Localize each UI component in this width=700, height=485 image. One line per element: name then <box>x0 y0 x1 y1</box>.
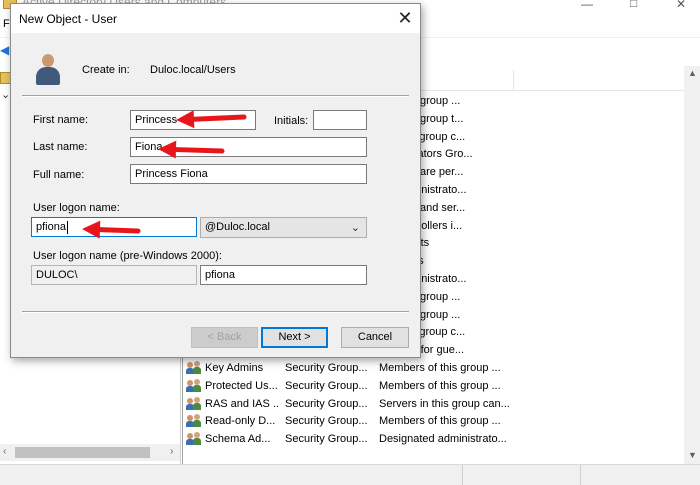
menu-file[interactable]: F <box>3 18 10 30</box>
scroll-down-icon[interactable]: ▼ <box>688 450 697 460</box>
minimize-icon[interactable]: — <box>581 0 593 11</box>
full-name-label: Full name: <box>33 169 85 181</box>
list-cell-description: stations and ser... <box>379 201 466 214</box>
new-user-dialog: New Object - User ✕ Create in: Duloc.loc… <box>10 3 421 358</box>
list-item[interactable]: Read-only D... Security Group... Members o… <box>183 412 693 430</box>
initials-label: Initials: <box>274 115 309 127</box>
security-group-icon <box>186 396 202 410</box>
list-cell-description: s in this group c... <box>379 326 466 339</box>
scroll-left-icon[interactable]: ‹ <box>3 446 6 457</box>
separator <box>22 311 409 313</box>
list-cell-name: Schema Ad... <box>205 433 271 446</box>
list-vertical-scrollbar[interactable]: ▲ ▼ <box>684 66 700 464</box>
pre2000-name-field[interactable]: pfiona <box>200 265 367 285</box>
list-cell-description: ted administrato... <box>379 184 467 196</box>
list-cell-description: s in this group c... <box>379 130 466 143</box>
chevron-down-icon: ⌄ <box>350 222 360 234</box>
list-cell-type: Security Group... <box>285 397 368 410</box>
list-cell-description: s of this group ... <box>379 290 461 303</box>
list-item[interactable]: Schema Ad... Security Group... Designated … <box>183 430 693 448</box>
separator <box>22 95 409 97</box>
list-item[interactable]: RAS and IAS ... Security Group... Servers … <box>183 395 693 413</box>
last-name-label: Last name: <box>33 141 88 153</box>
list-cell-description: Servers in this group can... <box>379 397 510 410</box>
close-window-icon[interactable]: ✕ <box>676 0 686 11</box>
dialog-titlebar: New Object - User ✕ <box>11 4 420 33</box>
list-cell-description: Designated administrato... <box>379 433 507 446</box>
text-caret <box>66 220 68 234</box>
back-button[interactable]: < Back <box>191 327 258 348</box>
list-cell-description: dministrators Gro... <box>379 148 473 161</box>
domain-suffix-value: @Duloc.local <box>205 221 270 233</box>
list-cell-description: ted administrato... <box>379 273 467 285</box>
first-name-label: First name: <box>33 114 89 126</box>
list-item[interactable]: Key Admins Security Group... Members of th… <box>183 359 693 377</box>
list-cell-description: ain users <box>379 252 691 270</box>
domain-suffix-select[interactable]: @Duloc.local ⌄ <box>200 217 367 238</box>
list-item[interactable]: Protected Us... Security Group... Members … <box>183 377 693 395</box>
pre2000-domain-field: DULOC\ <box>31 265 197 285</box>
list-cell-description: s of this group t... <box>379 112 464 125</box>
close-icon[interactable]: ✕ <box>394 7 416 29</box>
scroll-right-icon[interactable]: › <box>170 446 173 457</box>
create-in-label: Create in: <box>82 64 130 76</box>
list-cell-description: Members of this group ... <box>379 415 501 428</box>
list-cell-name: Protected Us... <box>205 379 278 392</box>
logon-name-field[interactable]: pfiona <box>31 217 197 237</box>
maximize-icon[interactable]: □ <box>630 0 637 10</box>
list-cell-description: ain controllers i... <box>379 219 463 232</box>
status-divider <box>580 465 581 485</box>
list-cell-name: RAS and IAS ... <box>205 397 279 410</box>
security-group-icon <box>186 414 202 428</box>
list-cell-type: Security Group... <box>285 415 368 428</box>
list-cell-description: account for gue... <box>379 344 464 357</box>
scrollbar-thumb[interactable] <box>15 447 150 458</box>
initials-field[interactable] <box>313 110 367 130</box>
tree-horizontal-scrollbar[interactable]: ‹ › <box>0 444 180 461</box>
pre2000-label: User logon name (pre-Windows 2000): <box>33 250 222 262</box>
next-button[interactable]: Next > <box>261 327 328 348</box>
dialog-title: New Object - User <box>19 12 118 26</box>
list-cell-description: s of this group ... <box>379 95 461 107</box>
list-cell-description: s of this group ... <box>379 308 461 321</box>
list-cell-description: nts who are per... <box>379 166 464 179</box>
list-cell-type: Security Group... <box>285 433 368 446</box>
create-in-value: Duloc.local/Users <box>150 64 236 76</box>
expand-chevron-icon[interactable]: ⌄ <box>1 88 10 101</box>
list-cell-type: Security Group... <box>285 362 368 374</box>
back-arrow-icon[interactable]: ◀ <box>0 44 9 56</box>
full-name-field[interactable]: Princess Fiona <box>130 164 367 184</box>
status-divider <box>462 465 463 485</box>
logon-name-label: User logon name: <box>33 202 120 214</box>
user-icon <box>35 54 61 86</box>
list-cell-name: Read-only D... <box>205 415 276 428</box>
list-cell-name: Key Admins <box>205 362 264 374</box>
list-cell-description: ain guests <box>379 234 691 252</box>
list-cell-description: Members of this group ... <box>379 379 501 392</box>
security-group-icon <box>186 378 202 392</box>
first-name-field[interactable]: Princess <box>130 110 256 130</box>
last-name-field[interactable]: Fiona <box>130 137 367 157</box>
scroll-up-icon[interactable]: ▲ <box>688 68 697 78</box>
status-bar <box>0 464 700 485</box>
logon-name-value: pfiona <box>36 221 66 233</box>
list-cell-type: Security Group... <box>285 379 368 392</box>
list-cell-description: Members of this group ... <box>379 362 501 374</box>
cancel-button[interactable]: Cancel <box>341 327 409 348</box>
security-group-icon <box>186 361 202 374</box>
security-group-icon <box>186 432 202 446</box>
